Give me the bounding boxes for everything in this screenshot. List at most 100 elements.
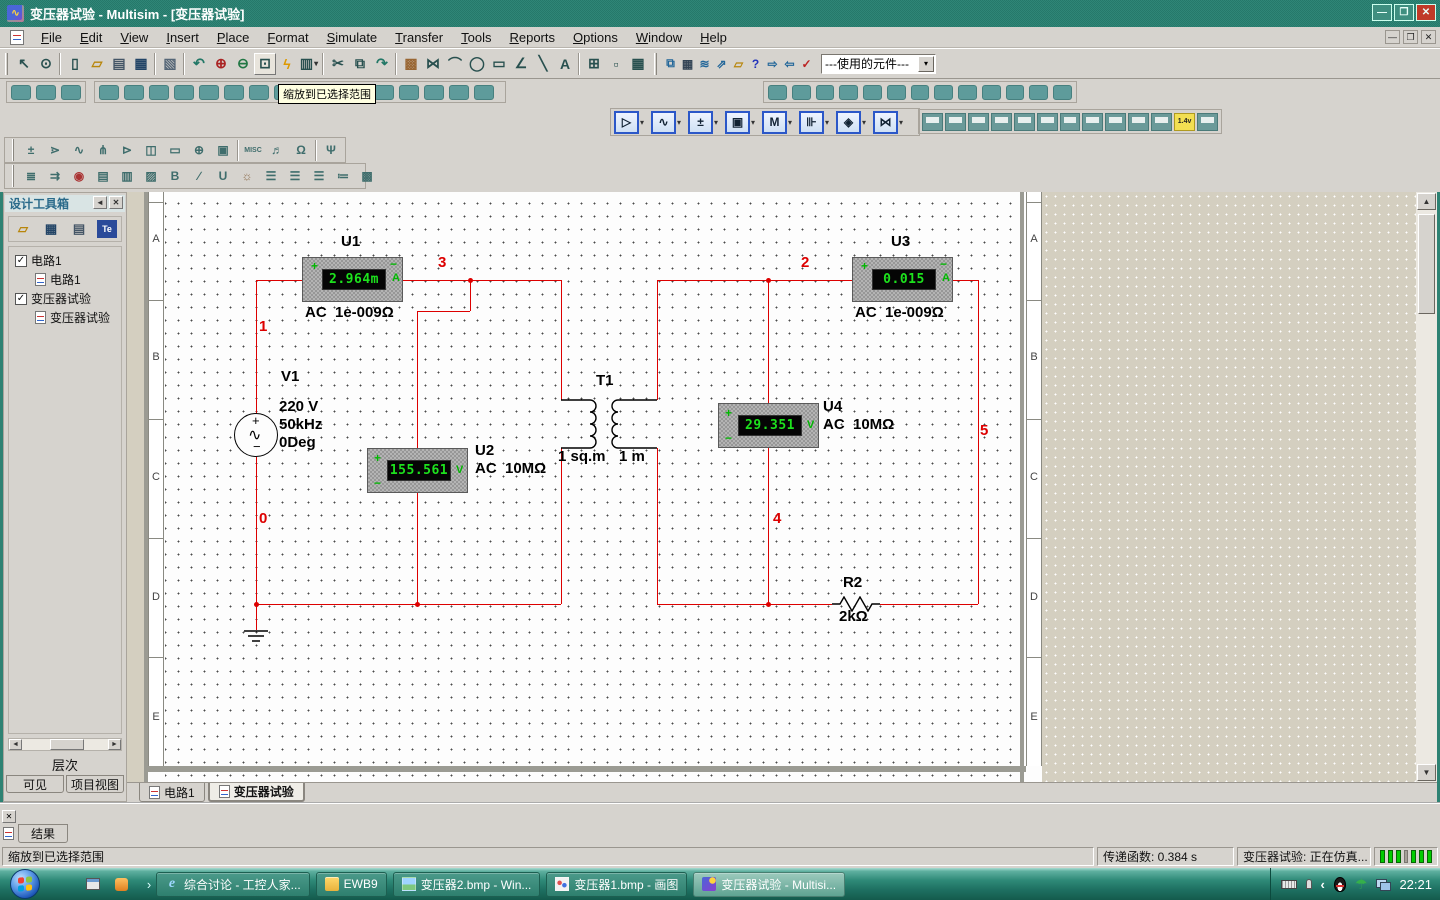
power-source-family-button[interactable]: ± [19,140,43,161]
menu-item[interactable]: Simulate [318,28,387,47]
menu-item[interactable]: Help [691,28,736,47]
menu-item[interactable]: View [111,28,157,47]
scroll-right-icon[interactable]: ► [108,739,121,750]
chevron-down-icon[interactable]: ▾ [788,118,796,127]
in-use-component-button[interactable] [149,85,169,100]
family-basic-button[interactable]: ± [688,111,713,134]
voltmeter-u4[interactable]: + − V 29.351 [718,403,819,448]
in-use-component-button[interactable] [424,85,444,100]
hierarchy-button[interactable]: ⊞ [583,53,605,75]
flow-button[interactable]: ⇉ [43,166,67,187]
wire[interactable] [953,280,978,281]
zoom-in-button[interactable]: ⊕ [210,53,232,75]
qq-messenger-icon[interactable] [1334,877,1346,892]
logic-analyzer-button[interactable] [1105,113,1126,131]
rectangle-button[interactable]: ▭ [488,53,510,75]
forward-annotate-button[interactable]: ⇨ [764,54,781,74]
line-button[interactable]: ╲ [532,53,554,75]
erc-button[interactable]: ✓ [798,54,815,74]
tree-item-icon[interactable] [35,311,46,324]
in-use-component-button[interactable] [474,85,494,100]
word-generator-button[interactable] [1082,113,1103,131]
ground-symbol[interactable] [242,630,270,646]
export-button[interactable]: ⇗ [713,54,730,74]
toolbox-tab[interactable]: 项目视图 [66,775,124,793]
image-frame-button[interactable]: ▤ [91,166,115,187]
menu-item[interactable]: Reports [500,28,564,47]
family-power-button[interactable]: ⊪ [799,111,824,134]
tree-item[interactable]: 变压器试验 [9,289,121,308]
microphone-icon[interactable] [1306,879,1312,889]
in-use-component-button[interactable] [839,85,858,100]
align-center-button[interactable]: ☰ [283,166,307,187]
toolbox-open-button[interactable]: ▱ [13,220,33,238]
scroll-down-icon[interactable]: ▼ [1417,764,1436,781]
spreadsheet-button[interactable]: ▦ [679,54,696,74]
wire[interactable] [978,280,979,604]
in-use-component-button[interactable] [768,85,787,100]
separator[interactable] [181,53,188,75]
zoom-area-button[interactable]: ⊡ [254,53,276,75]
design-toolbox-title[interactable]: 设计工具箱 ◄ ✕ [5,195,125,212]
analog-family-button[interactable]: ⊳ [115,140,139,161]
menu-item[interactable]: Edit [71,28,111,47]
undo-button[interactable]: ↶ [188,53,210,75]
family-transistor-button[interactable]: ⋈ [873,111,898,134]
color-wheel-button[interactable]: ☼ [235,166,259,187]
chevron-down-icon[interactable]: ▾ [918,56,934,72]
taskbar-button[interactable]: 变压器2.bmp - Win... [393,872,541,897]
wire[interactable] [417,493,418,604]
in-use-component-button[interactable] [174,85,194,100]
pattern-button[interactable]: ▨ [139,166,163,187]
measurement-family-button[interactable]: Ω [289,140,313,161]
italic-button[interactable]: ∕ [187,166,211,187]
wire[interactable] [256,604,561,605]
wire[interactable] [657,280,852,281]
panel-close-button[interactable]: ✕ [109,196,123,209]
four-channel-scope-button[interactable] [1014,113,1035,131]
back-annotate-button[interactable]: ⇦ [781,54,798,74]
network-analyzer-button[interactable] [1197,113,1218,131]
toolbox-horizontal-scrollbar[interactable]: ◄ ► [8,738,122,751]
voltmeter-u2[interactable]: + − V 155.561 [367,448,468,493]
menu-item[interactable]: Options [564,28,627,47]
in-use-component-button[interactable] [1006,85,1025,100]
tree-item-icon[interactable] [15,293,27,305]
menu-item[interactable]: Window [627,28,691,47]
audio-family-button[interactable]: ♬ [265,140,289,161]
basic-family-button[interactable]: ∿ [67,140,91,161]
toolbar-grip[interactable] [654,53,657,75]
chevron-down-icon[interactable]: ▾ [862,118,870,127]
mdi-restore-button[interactable]: ❐ [1403,30,1418,44]
wire[interactable] [470,280,471,311]
in-use-component-button[interactable] [199,85,219,100]
scrollbar-thumb[interactable] [1418,214,1435,314]
chevron-down-icon[interactable]: ▾ [677,118,685,127]
in-use-component-button[interactable] [224,85,244,100]
menu-item[interactable]: File [32,28,71,47]
bode-plotter-button[interactable] [1037,113,1058,131]
menu-item[interactable]: Transfer [386,28,452,47]
picture-button[interactable]: ▩ [355,166,379,187]
document-tab[interactable]: 变压器试验 [208,783,305,802]
in-use-component-button[interactable] [36,85,56,100]
chevron-down-icon[interactable]: ▾ [751,118,759,127]
ammeter-u1[interactable]: + − A 2.964m [302,257,403,302]
wire[interactable] [403,280,561,281]
save-button[interactable]: ▦ [130,53,152,75]
function-generator-button[interactable] [945,113,966,131]
toolbox-tab[interactable]: 可见 [6,775,64,793]
tree-item[interactable]: 变压器试验 [9,308,121,327]
in-use-component-button[interactable] [792,85,811,100]
family-sources-button[interactable]: ▷ [614,111,639,134]
maximize-button[interactable]: ❐ [1394,4,1414,21]
wire[interactable] [561,448,562,604]
diode-family-button[interactable]: ⋗ [43,140,67,161]
database-button[interactable]: ≋ [696,54,713,74]
wire[interactable] [657,448,658,604]
separator[interactable] [393,53,400,75]
quick-launch-expand-icon[interactable]: › [140,875,158,893]
separator[interactable] [152,53,159,75]
in-use-component-button[interactable] [887,85,906,100]
start-button[interactable] [10,869,40,899]
